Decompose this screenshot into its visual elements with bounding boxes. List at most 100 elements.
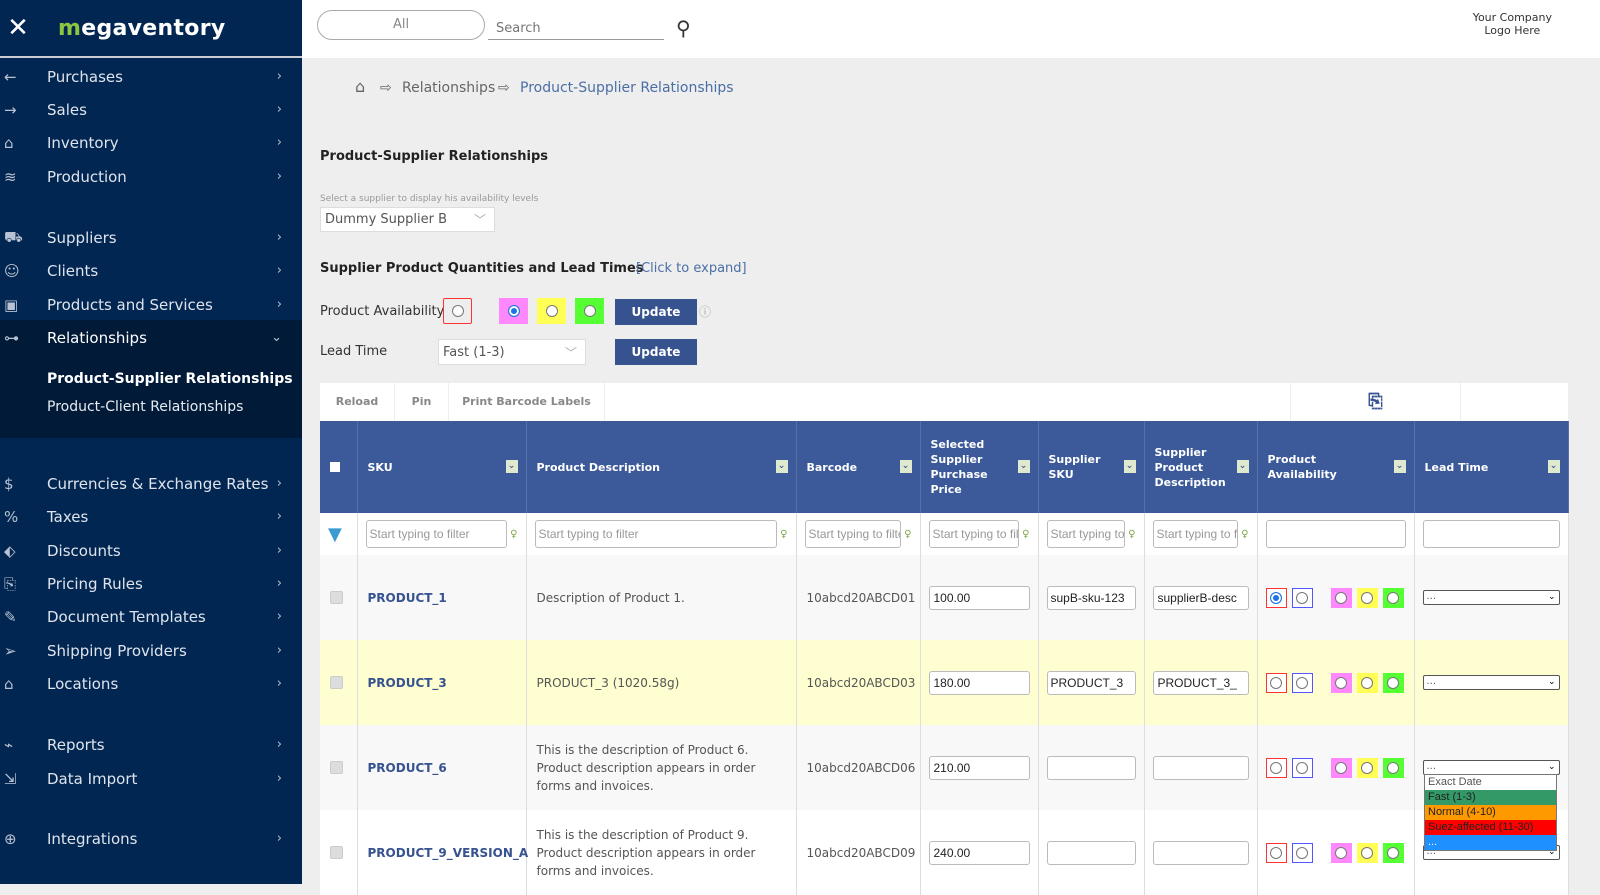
availability-radio-pink[interactable] xyxy=(499,298,528,324)
sidebar-item-relationships[interactable]: ⊶ Relationships ⌄ xyxy=(0,321,302,354)
sidebar-item-locations[interactable]: ⌂ Locations › xyxy=(0,667,302,700)
select-all-checkbox[interactable] xyxy=(330,462,340,472)
sidebar-subitem-product-supplier[interactable]: Product-Supplier Relationships xyxy=(47,371,293,387)
sidebar-item-production[interactable]: ≋ Production › xyxy=(0,160,302,193)
column-header[interactable]: Lead Time ⌄ xyxy=(1414,421,1569,513)
supplier-desc-input[interactable] xyxy=(1152,840,1249,865)
availability-radio-pink[interactable] xyxy=(1330,587,1352,608)
availability-radio-yellow[interactable] xyxy=(537,298,566,324)
logo[interactable]: megaventory xyxy=(58,16,226,41)
sku-link[interactable]: PRODUCT_1 xyxy=(368,591,447,605)
update-availability-button[interactable]: Update xyxy=(615,299,697,325)
column-filter-icon[interactable]: ⌄ xyxy=(775,460,788,473)
close-icon[interactable]: ✕ xyxy=(2,13,34,43)
sidebar-item-inventory[interactable]: ⌂ Inventory › xyxy=(0,126,302,159)
availability-radio-blue[interactable] xyxy=(1291,672,1313,693)
availability-radio-red[interactable] xyxy=(1265,757,1287,778)
column-header[interactable]: SKU ⌄ xyxy=(357,421,527,513)
supplier-desc-input[interactable]: supplierB-desc xyxy=(1152,585,1249,610)
column-filter-input[interactable]: Start typing to filter xyxy=(365,520,508,548)
column-header[interactable]: Barcode ⌄ xyxy=(796,421,921,513)
sidebar-item-discounts[interactable]: ⬖ Discounts › xyxy=(0,534,302,567)
availability-filter-input[interactable] xyxy=(1265,520,1406,548)
availability-radio-green[interactable] xyxy=(1382,672,1404,693)
availability-radio-green[interactable] xyxy=(1382,587,1404,608)
lead-time-option[interactable]: Normal (4-10) xyxy=(1425,805,1556,820)
sku-link[interactable]: PRODUCT_6 xyxy=(368,761,447,775)
sidebar-subitem-product-client[interactable]: Product-Client Relationships xyxy=(47,399,243,415)
expand-link[interactable]: [Click to expand] xyxy=(636,261,747,276)
row-checkbox[interactable] xyxy=(330,846,343,859)
supplier-sku-input[interactable] xyxy=(1046,755,1136,780)
availability-radio-blue[interactable] xyxy=(1291,757,1313,778)
availability-radio-blue[interactable] xyxy=(1291,842,1313,863)
sku-link[interactable]: PRODUCT_3 xyxy=(368,676,447,690)
row-checkbox[interactable] xyxy=(330,676,343,689)
column-filter-icon[interactable]: ⌄ xyxy=(1017,460,1030,473)
price-input[interactable]: 240.00 xyxy=(928,840,1030,865)
supplier-select[interactable]: Dummy Supplier B ﹀ xyxy=(320,207,495,232)
sidebar-item-document-templates[interactable]: ✎ Document Templates › xyxy=(0,600,302,633)
availability-radio-green[interactable] xyxy=(1382,757,1404,778)
update-lead-time-button[interactable]: Update xyxy=(615,339,697,365)
lead-time-select[interactable]: Fast (1-3) ﹀ xyxy=(438,339,586,365)
filter-icon[interactable]: ▼ xyxy=(328,524,342,545)
home-icon[interactable]: ⌂ xyxy=(355,77,365,96)
availability-radio-yellow[interactable] xyxy=(1356,672,1378,693)
supplier-sku-input[interactable]: supB-sku-123 xyxy=(1046,585,1136,610)
supplier-desc-input[interactable]: PRODUCT_3_ xyxy=(1152,670,1249,695)
column-filter-input[interactable]: Start typing to filter xyxy=(928,520,1020,548)
availability-radio-green[interactable] xyxy=(575,298,604,324)
lead-time-row-select[interactable]: ... ⌄ xyxy=(1422,675,1560,690)
column-filter-icon[interactable]: ⌄ xyxy=(505,460,518,473)
availability-radio-pink[interactable] xyxy=(1330,757,1352,778)
column-header[interactable]: Product Description ⌄ xyxy=(526,421,797,513)
availability-radio-red[interactable] xyxy=(1265,842,1287,863)
sidebar-item-integrations[interactable]: ⊕ Integrations › xyxy=(0,822,302,855)
lead-time-option[interactable]: Fast (1-3) xyxy=(1425,790,1556,805)
help-icon[interactable]: ⓘ xyxy=(699,303,711,320)
breadcrumb-relationships[interactable]: Relationships xyxy=(402,80,495,96)
sidebar-item-sales[interactable]: → Sales › xyxy=(0,93,302,126)
row-checkbox[interactable] xyxy=(330,591,343,604)
pin-button[interactable]: Pin xyxy=(395,383,449,421)
search-input[interactable] xyxy=(488,18,664,40)
lead-time-row-select[interactable]: ... ⌄ xyxy=(1422,760,1560,775)
lead-time-filter-input[interactable] xyxy=(1422,520,1560,548)
price-input[interactable]: 180.00 xyxy=(928,670,1030,695)
availability-radio-red[interactable] xyxy=(1265,672,1287,693)
sidebar-item-reports[interactable]: ⌁ Reports › xyxy=(0,728,302,761)
availability-radio-pink[interactable] xyxy=(1330,842,1352,863)
column-filter-input[interactable]: Start typing to filter xyxy=(1046,520,1126,548)
column-header[interactable]: Supplier SKU ⌄ xyxy=(1038,421,1145,513)
sidebar-item-currencies-exchange-rates[interactable]: $ Currencies & Exchange Rates › xyxy=(0,467,302,500)
sidebar-item-data-import[interactable]: ⇲ Data Import › xyxy=(0,762,302,795)
lead-time-row-select[interactable]: ... ⌄ xyxy=(1422,590,1560,605)
search-icon[interactable]: ⚲ xyxy=(676,16,691,40)
availability-radio-green[interactable] xyxy=(1382,842,1404,863)
availability-radio-red[interactable] xyxy=(1265,587,1287,608)
search-scope-select[interactable]: All xyxy=(317,10,485,40)
column-filter-icon[interactable]: ⌄ xyxy=(1547,460,1560,473)
supplier-sku-input[interactable]: PRODUCT_3 xyxy=(1046,670,1136,695)
availability-radio-yellow[interactable] xyxy=(1356,757,1378,778)
column-filter-icon[interactable]: ⌄ xyxy=(1236,460,1249,473)
supplier-sku-input[interactable] xyxy=(1046,840,1136,865)
sidebar-item-pricing-rules[interactable]: ⎘ Pricing Rules › xyxy=(0,567,302,600)
supplier-desc-input[interactable] xyxy=(1152,755,1249,780)
sidebar-item-shipping-providers[interactable]: ➢ Shipping Providers › xyxy=(0,634,302,667)
lead-time-option[interactable]: ... xyxy=(1425,835,1556,850)
lead-time-option[interactable]: Suez-affected (11-30) xyxy=(1425,820,1556,835)
column-filter-icon[interactable]: ⌄ xyxy=(1393,460,1406,473)
column-filter-input[interactable]: Start typing to filter xyxy=(1152,520,1239,548)
availability-radio-pink[interactable] xyxy=(1330,672,1352,693)
sidebar-item-purchases[interactable]: ← Purchases › xyxy=(0,60,302,93)
sku-link[interactable]: PRODUCT_9_VERSION_A xyxy=(368,846,529,860)
column-header[interactable]: Product Availability ⌄ xyxy=(1257,421,1415,513)
sidebar-item-products-and-services[interactable]: ▣ Products and Services › xyxy=(0,288,302,321)
sidebar-item-taxes[interactable]: % Taxes › xyxy=(0,500,302,533)
price-input[interactable]: 210.00 xyxy=(928,755,1030,780)
export-icon[interactable]: ⎘ xyxy=(1290,383,1461,421)
column-filter-input[interactable]: Start typing to filter xyxy=(804,520,902,548)
availability-radio-red[interactable] xyxy=(443,298,472,324)
